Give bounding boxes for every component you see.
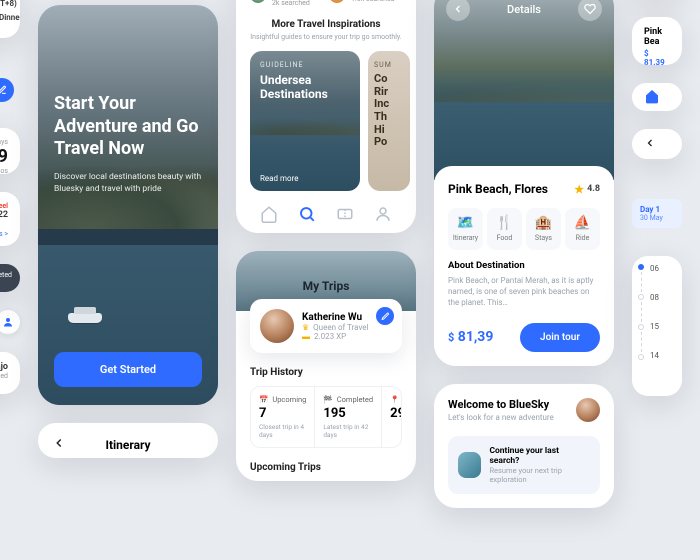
explore-screen: Mount Rinjani2k searched Labuan Bajo1.5k… xyxy=(236,0,416,233)
home-icon[interactable] xyxy=(644,88,660,107)
profile-card: Katherine Wu ♛Queen of Travel ▬2.023 XP xyxy=(250,299,402,353)
section-heading: More Travel Inspirations xyxy=(250,19,402,30)
stat-extra[interactable]: 📍 29 xyxy=(382,387,402,447)
category-stays[interactable]: 🏨Stays xyxy=(526,208,561,250)
inspiration-card[interactable]: GUIDELINE Undersea Destinations Read mor… xyxy=(250,51,360,191)
rating: ★4.8 xyxy=(574,183,600,196)
days-card-fragment: days 29 Clos xyxy=(0,128,20,174)
thumbnail xyxy=(458,452,481,478)
hero-title: Start Your Adventure and Go Travel Now xyxy=(54,93,202,161)
screen-title: Details xyxy=(507,3,541,16)
fab-fragment xyxy=(0,78,20,102)
destination-icon xyxy=(329,0,345,3)
day-chip[interactable]: Day 1 30 May xyxy=(632,199,682,228)
profile-icon[interactable] xyxy=(374,205,392,223)
user-role: ♛Queen of Travel xyxy=(302,323,392,332)
category-ride[interactable]: ⛵Ride xyxy=(565,208,600,250)
back-button[interactable] xyxy=(446,0,470,21)
stat-completed[interactable]: 🏁Completed 195 Latest trip in 42 days xyxy=(315,387,382,447)
my-trips-screen: My Trips Katherine Wu ♛Queen of Travel ▬… xyxy=(236,251,416,481)
read-more-link[interactable]: Read more xyxy=(260,174,298,183)
category-row: 🗺️Itinerary 🍴Food 🏨Stays ⛵Ride xyxy=(448,208,600,250)
favorite-button[interactable] xyxy=(578,0,602,21)
category-food[interactable]: 🍴Food xyxy=(487,208,522,250)
price: $ 81,39 xyxy=(448,329,493,345)
user-xp: ▬2.023 XP xyxy=(302,332,392,341)
get-started-button[interactable]: Get Started xyxy=(54,352,202,387)
onboarding-screen: Start Your Adventure and Go Travel Now D… xyxy=(38,5,218,405)
recent-searches: Mount Rinjani2k searched Labuan Bajo1.5k… xyxy=(250,0,402,7)
card-title: Undersea Destinations xyxy=(260,73,360,102)
date-card-fragment: eel 322 ails > xyxy=(0,192,20,246)
search-chip[interactable]: Mount Rinjani2k searched xyxy=(250,0,323,7)
resume-sub: Resume your next trip exploration xyxy=(489,466,590,484)
details-hero-image: Details xyxy=(434,0,614,180)
back-icon[interactable] xyxy=(52,435,66,454)
inspiration-card-peek[interactable]: SUM Co Rir Inc Th Hi Po xyxy=(368,51,410,191)
chevron-left-icon[interactable] xyxy=(644,137,656,152)
ticket-icon[interactable] xyxy=(336,205,354,223)
search-icon[interactable] xyxy=(298,205,316,223)
section-sub: Insightful guides to ensure your trip go… xyxy=(250,33,402,41)
search-chip[interactable]: Labuan Bajo1.5k searched xyxy=(329,0,402,7)
event-time: 19:30 (GMT+8) xyxy=(0,0,20,8)
destination-details-screen: Details Pink Beach, Flores ★4.8 🗺️Itiner… xyxy=(434,0,614,366)
upcoming-heading: Upcoming Trips xyxy=(250,462,402,473)
pink-beach-card-fragment: Pink Bea $ 81.39 xyxy=(632,17,682,65)
about-heading: About Destination xyxy=(448,260,600,271)
completed-pill-fragment: mpleted xyxy=(0,264,20,292)
bajo-fragment: Bajo ed xyxy=(0,352,20,394)
destination-name: Pink Beach, Flores xyxy=(448,182,548,196)
timeline-fragment: 06 08 15 14 xyxy=(632,256,682,396)
destination-icon xyxy=(250,0,266,3)
screen-title: My Trips xyxy=(236,279,416,293)
join-tour-button[interactable]: Join tour xyxy=(520,323,600,352)
history-heading: Trip History xyxy=(250,367,402,378)
edit-button[interactable] xyxy=(376,307,394,325)
itinerary-title: Itinerary xyxy=(66,438,190,452)
home-icon-fragment xyxy=(632,83,682,111)
edit-icon[interactable] xyxy=(0,78,14,102)
star-icon: ★ xyxy=(574,183,584,196)
timeline-fragment: 19:30 (GMT+8) Dinner xyxy=(0,0,20,38)
back-fragment xyxy=(632,129,682,159)
days-count: 29 xyxy=(0,146,8,167)
card-tag: GUIDELINE xyxy=(260,61,303,69)
boat-graphic xyxy=(68,313,102,323)
avatar[interactable] xyxy=(260,309,294,343)
event-name: Dinner xyxy=(0,13,20,22)
hero-subtitle: Discover local destinations beauty with … xyxy=(54,171,202,197)
welcome-sub: Let's look for a new adventure xyxy=(448,413,554,422)
category-itinerary[interactable]: 🗺️Itinerary xyxy=(448,208,483,250)
about-text: Pink Beach, or Pantai Merah, as it is ap… xyxy=(448,275,600,309)
home-screen-fragment: Welcome to BlueSky Let's look for a new … xyxy=(434,384,614,508)
boat-graphic xyxy=(506,140,552,154)
bottom-tabbar xyxy=(250,205,402,223)
avatar[interactable] xyxy=(576,398,600,422)
trip-stats: 📅Upcoming 7 Closest trip in 4 days 🏁Comp… xyxy=(250,386,402,448)
home-icon[interactable] xyxy=(260,205,278,223)
resume-search-card[interactable]: Continue your last search? Resume your n… xyxy=(448,436,600,494)
itinerary-screen-fragment: Itinerary xyxy=(38,423,218,458)
resume-title: Continue your last search? xyxy=(489,446,590,466)
welcome-title: Welcome to BlueSky xyxy=(448,398,554,411)
stat-upcoming[interactable]: 📅Upcoming 7 Closest trip in 4 days xyxy=(251,387,315,447)
user-icon[interactable] xyxy=(0,310,20,334)
